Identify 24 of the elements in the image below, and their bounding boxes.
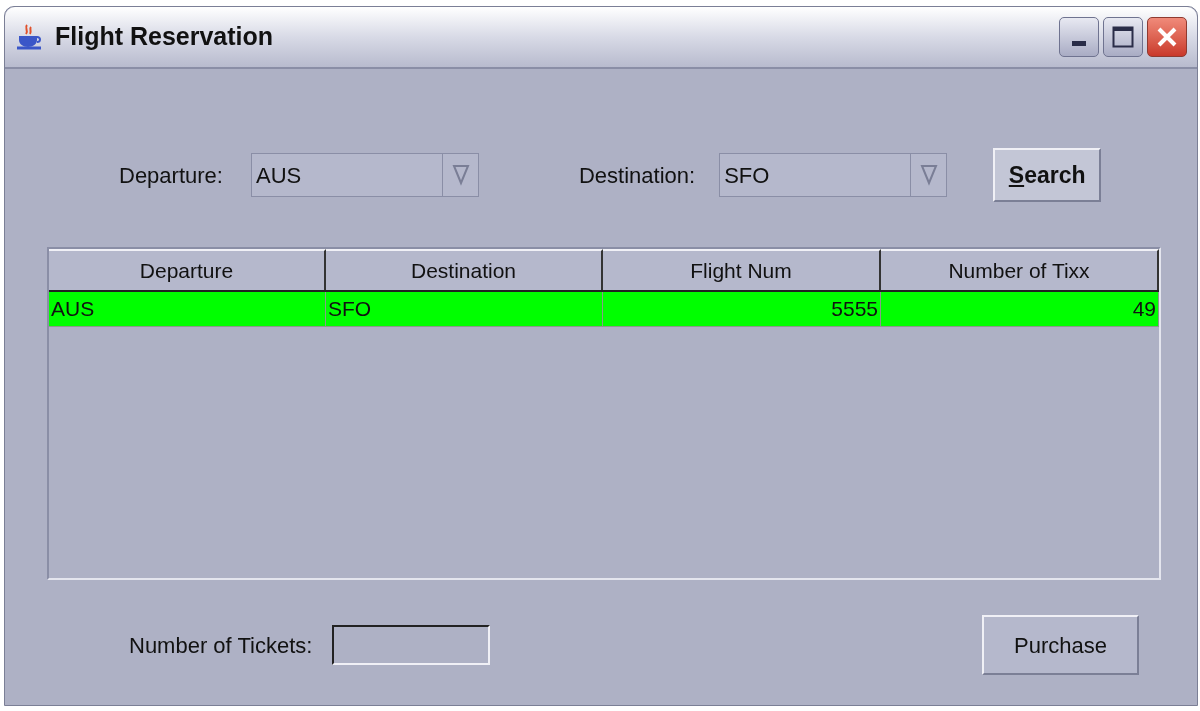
- table-cell: AUS: [49, 292, 326, 327]
- tickets-label: Number of Tickets:: [129, 631, 313, 660]
- column-header[interactable]: Number of Tixx: [881, 249, 1159, 290]
- column-header[interactable]: Flight Num: [603, 249, 881, 290]
- departure-label: Departure:: [119, 161, 223, 190]
- table-cell: 49: [881, 292, 1159, 327]
- table-row[interactable]: AUS SFO 5555 49: [49, 292, 1159, 327]
- minimize-button[interactable]: [1059, 17, 1099, 57]
- close-button[interactable]: [1147, 17, 1187, 57]
- window-title: Flight Reservation: [55, 21, 274, 53]
- purchase-button[interactable]: Purchase: [982, 615, 1139, 675]
- column-header[interactable]: Destination: [326, 249, 603, 290]
- search-button[interactable]: Search: [993, 148, 1102, 202]
- close-icon: [1156, 26, 1178, 48]
- column-header[interactable]: Departure: [49, 249, 326, 290]
- table-cell: 5555: [603, 292, 881, 327]
- minimize-icon: [1072, 41, 1086, 46]
- destination-label: Destination:: [578, 161, 696, 190]
- departure-dropdown[interactable]: AUS: [250, 153, 479, 197]
- tickets-input-field[interactable]: [332, 625, 491, 665]
- table-cell: SFO: [326, 292, 603, 327]
- maximize-button[interactable]: [1103, 17, 1143, 57]
- maximize-icon: [1112, 26, 1134, 48]
- destination-dropdown[interactable]: SFO: [719, 153, 948, 197]
